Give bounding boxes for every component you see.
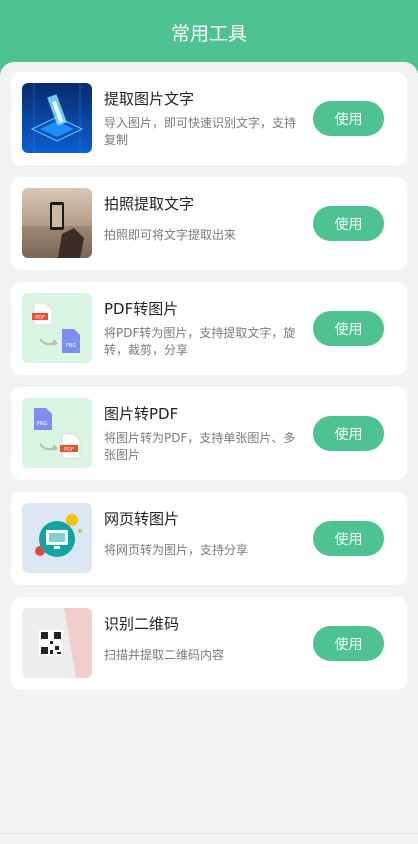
divider [0,833,418,834]
png-to-pdf-icon: PNG PDF [22,398,92,468]
tool-title: 图片转PDF [104,405,179,423]
png-tag: PNG [37,421,48,427]
app-header: 常用工具 [0,0,418,64]
tool-card-web-to-image[interactable]: 网页转图片 将网页转为图片，支持分享 使用 [11,492,407,585]
tool-card-pdf-to-image[interactable]: PDF PNG PDF转图片 将PDF转为图片，支持提取文字，旋转，裁剪，分享 … [11,282,407,375]
tool-description: 导入图片，即可快速识别文字，支持复制 [104,116,297,147]
tool-list: 提取图片文字 导入图片，即可快速识别文字，支持复制 使用 拍照提取文字 拍照即可… [0,62,418,844]
pdf-to-png-icon: PDF PNG [22,293,92,363]
camera-photo-icon [22,188,92,258]
tool-card-ocr[interactable]: 提取图片文字 导入图片，即可快速识别文字，支持复制 使用 [11,72,407,165]
qr-scan-icon [22,608,92,678]
png-tag: PNG [66,343,77,349]
tool-title: 提取图片文字 [104,90,195,108]
tool-title: 拍照提取文字 [104,195,195,213]
tool-description: 扫描并提取二维码内容 [104,648,225,662]
use-button[interactable]: 使用 [313,416,384,451]
use-button[interactable]: 使用 [313,206,384,241]
tool-description: 将图片转为PDF，支持单张图片、多张图片 [104,431,296,462]
use-button[interactable]: 使用 [313,626,384,661]
tool-description: 将PDF转为图片，支持提取文字，旋转，裁剪，分享 [104,326,296,357]
use-button[interactable]: 使用 [313,101,384,136]
web-to-image-icon [22,503,92,573]
use-button[interactable]: 使用 [313,311,384,346]
tool-title: PDF转图片 [104,300,179,318]
pdf-tag: PDF [35,315,45,321]
tool-title: 识别二维码 [104,615,180,633]
tool-description: 将网页转为图片，支持分享 [104,543,249,557]
ocr-chip-icon [22,83,92,153]
tool-card-qr-scan[interactable]: 识别二维码 扫描并提取二维码内容 使用 [11,597,407,690]
use-button[interactable]: 使用 [313,521,384,556]
tool-card-camera-ocr[interactable]: 拍照提取文字 拍照即可将文字提取出来 使用 [11,177,407,270]
pdf-tag: PDF [64,447,74,453]
tool-description: 拍照即可将文字提取出来 [104,228,237,242]
tool-card-image-to-pdf[interactable]: PNG PDF 图片转PDF 将图片转为PDF，支持单张图片、多张图片 使用 [11,387,407,480]
tool-title: 网页转图片 [104,510,180,528]
page-title: 常用工具 [170,22,247,45]
